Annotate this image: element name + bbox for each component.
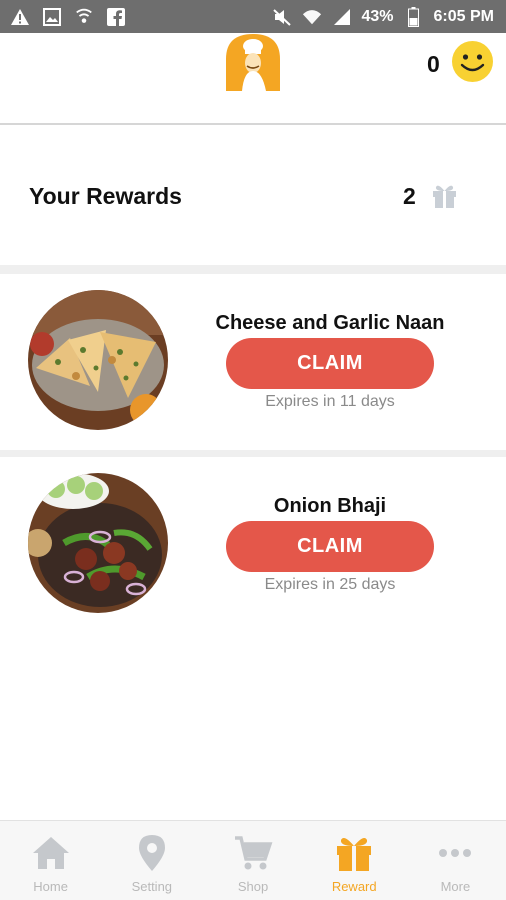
reward-card: Cheese and Garlic Naan CLAIM Expires in … xyxy=(0,274,506,450)
gift-icon xyxy=(334,833,374,873)
reward-name: Onion Bhaji xyxy=(273,495,387,517)
divider xyxy=(0,265,506,274)
status-left xyxy=(10,7,126,27)
nav-label: Reward xyxy=(331,879,377,894)
nav-item-home[interactable]: Home xyxy=(0,821,101,900)
rewards-title: Your Rewards xyxy=(29,183,182,209)
more-dots-icon xyxy=(435,833,475,873)
nav-item-reward[interactable]: Reward xyxy=(304,821,405,900)
claim-button[interactable]: CLAIM xyxy=(226,521,434,572)
nav-label: Shop xyxy=(237,879,269,894)
nav-label: Home xyxy=(33,879,68,894)
nav-item-shop[interactable]: Shop xyxy=(202,821,303,900)
nav-item-setting[interactable]: Setting xyxy=(101,821,202,900)
battery-percent: 43% xyxy=(361,7,394,25)
naan-image xyxy=(28,290,168,430)
reward-name: Cheese and Garlic Naan xyxy=(215,312,445,334)
wifi-icon xyxy=(302,7,322,27)
nav-item-more[interactable]: More xyxy=(405,821,506,900)
warning-icon xyxy=(10,7,30,27)
location-pin-icon xyxy=(132,833,172,873)
status-bar: 43% 6:05 PM xyxy=(0,0,506,33)
chef-logo-icon[interactable] xyxy=(224,33,282,91)
rewards-summary: Your Rewards 2 xyxy=(0,127,506,265)
nav-label: More xyxy=(440,879,471,894)
image-icon xyxy=(42,7,62,27)
claim-button[interactable]: CLAIM xyxy=(226,338,434,389)
rewards-count: 2 xyxy=(403,183,416,209)
reward-expiry: Expires in 11 days xyxy=(265,393,395,410)
facebook-icon xyxy=(106,7,126,27)
app-header: 0 xyxy=(0,33,506,125)
smiley-icon[interactable] xyxy=(451,40,494,83)
points-count: 0 xyxy=(427,51,440,77)
reward-card: Onion Bhaji CLAIM Expires in 25 days xyxy=(0,457,506,633)
wifi-calling-icon xyxy=(74,7,94,27)
gift-icon xyxy=(431,182,458,209)
onion-bhaji-image xyxy=(28,473,168,613)
cart-icon xyxy=(233,833,273,873)
status-right: 43% 6:05 PM xyxy=(272,6,494,27)
reward-expiry: Expires in 25 days xyxy=(264,576,396,593)
home-icon xyxy=(31,833,71,873)
battery-icon xyxy=(404,6,424,27)
nav-label: Setting xyxy=(131,879,173,894)
bottom-nav: Home Setting Shop Reward More xyxy=(0,820,506,900)
status-time: 6:05 PM xyxy=(433,7,494,25)
mute-icon xyxy=(272,7,292,27)
signal-icon xyxy=(332,7,352,27)
